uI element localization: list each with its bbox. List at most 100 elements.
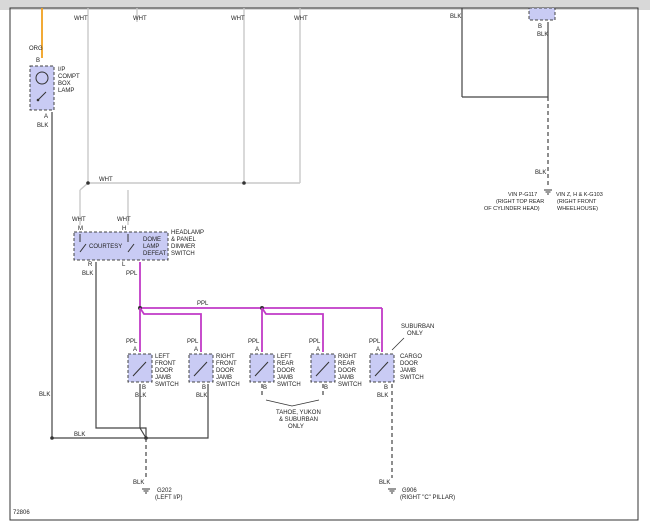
headlamp-r-blk-wire [95,262,147,438]
sw0-l3: DOOR [155,368,174,374]
hl-pin-m: M [78,226,83,232]
hl-wire-h: WHT [117,217,131,223]
sw0-l2: FRONT [155,361,176,367]
top-right-pin-b: B [538,24,542,30]
hl-dome-1: DOME [143,237,161,243]
diagram-frame [9,7,639,521]
tahoe-note-1: TAHOE, YUKON [276,410,321,416]
hl-pin-h: H [122,226,126,232]
ground-g202-symbol [142,488,150,494]
hl-title-3: DIMMER [171,244,196,250]
hl-courtesy: COURTESY [89,244,122,250]
vin-z-3: WHEELHOUSE) [557,206,598,212]
sw3-l3: DOOR [338,368,357,374]
door-switch-left-rear [249,353,275,383]
ip-lamp-line-1: I/P [58,67,65,73]
g906-loc: (RIGHT "C" PILLAR) [400,495,455,501]
suburban-only-2: ONLY [407,331,423,337]
vin-p-3: OF CYLINDER HEAD) [484,206,540,212]
vin-p-2: (RIGHT TOP REAR [496,199,544,205]
sw3-l2: REAR [338,361,355,367]
sw4-l3: JAMB [400,368,416,374]
ground-bus-blk: BLK [74,432,85,438]
hl-pin-l: L [122,262,126,268]
wht-wires [79,8,301,225]
top-right-out-blk: BLK [537,32,548,38]
hl-pin-r: R [88,262,93,268]
g202-name: G202 [157,488,172,494]
sw0-pin-b: B [142,385,146,391]
door-switch-right-front [188,353,214,383]
sw1-wire-in: PPL [187,339,199,345]
top-right-blk: BLK [450,14,461,20]
sw0-pin-a: A [133,347,137,353]
sw0-l1: LEFT [155,354,170,360]
suburban-only-1: SUBURBAN [401,324,434,330]
sw3-pin-a: A [316,347,320,353]
org-label: ORG [29,46,43,52]
hl-out-l: PPL [126,271,138,277]
hl-dome-2: LAMP [143,244,159,250]
vin-z-1: VIN Z, H & K-G103 [556,192,603,198]
door-switch-left-front [127,353,153,383]
ip-lamp-out-blk: BLK [37,123,48,129]
tahoe-note-3: ONLY [288,424,304,430]
figure-id: 72806 [13,510,30,516]
left-blk-label: BLK [39,392,50,398]
sw0-l5: SWITCH [155,382,179,388]
top-right-component [528,7,556,21]
sw1-wire-out: BLK [196,393,207,399]
g202-wire-label: BLK [133,480,144,486]
ip-compt-box-lamp [29,65,55,111]
sw3-l4: JAMB [338,375,354,381]
sw3-l5: SWITCH [338,382,362,388]
sw1-l2: FRONT [216,361,237,367]
hl-out-r: BLK [82,271,93,277]
sw0-l4: JAMB [155,375,171,381]
g906-wire-label: BLK [379,480,390,486]
hl-title-2: & PANEL [171,237,197,243]
sw2-l5: SWITCH [277,382,301,388]
door-switch-cargo [369,353,395,383]
wht-tag-4: WHT [294,16,308,22]
hl-title-4: SWITCH [171,251,195,257]
sw3-pin-b: B [324,385,328,391]
sw4-l2: DOOR [400,361,419,367]
sw2-pin-a: A [255,347,259,353]
sw3-l1: RIGHT [338,354,357,360]
ground-right-symbol [544,189,552,195]
ip-lamp-pin-a: A [44,114,48,120]
tahoe-note-2: & SUBURBAN [279,417,318,423]
sw4-pin-a: A [376,347,380,353]
ip-lamp-line-3: BOX [58,81,71,87]
wht-bus-label: WHT [99,177,113,183]
sw1-pin-b: B [202,385,206,391]
sw1-l5: SWITCH [216,382,240,388]
ppl-bus-label: PPL [197,301,209,307]
door-switch-right-rear [310,353,336,383]
g906-name: G906 [402,488,417,494]
sw2-l1: LEFT [277,354,292,360]
ground-g906-symbol [388,488,396,494]
sw2-l2: REAR [277,361,294,367]
vin-p-1: VIN P-G117 [508,192,537,198]
wiring-diagram: WHT WHT WHT WHT WHT ORG B I/P COMPT BOX … [0,0,650,521]
sw1-pin-a: A [194,347,198,353]
wht-tag-2: WHT [133,16,147,22]
hl-title-1: HEADLAMP [171,230,204,236]
sw1-l1: RIGHT [216,354,235,360]
vin-z-2: (RIGHT FRONT [557,199,597,205]
sw4-pin-b: B [384,385,388,391]
sw3-wire-in: PPL [309,339,321,345]
sw2-l4: JAMB [277,375,293,381]
sw4-l1: CARGO [400,354,422,360]
sw4-wire-out: BLK [377,393,388,399]
sw1-l3: DOOR [216,368,235,374]
sw2-l3: DOOR [277,368,296,374]
sw1-l4: JAMB [216,375,232,381]
wht-tag-1: WHT [74,16,88,22]
ip-lamp-line-2: COMPT [58,74,80,80]
sw4-l4: SWITCH [400,375,424,381]
sw4-wire-in: PPL [369,339,381,345]
wht-tag-3: WHT [231,16,245,22]
